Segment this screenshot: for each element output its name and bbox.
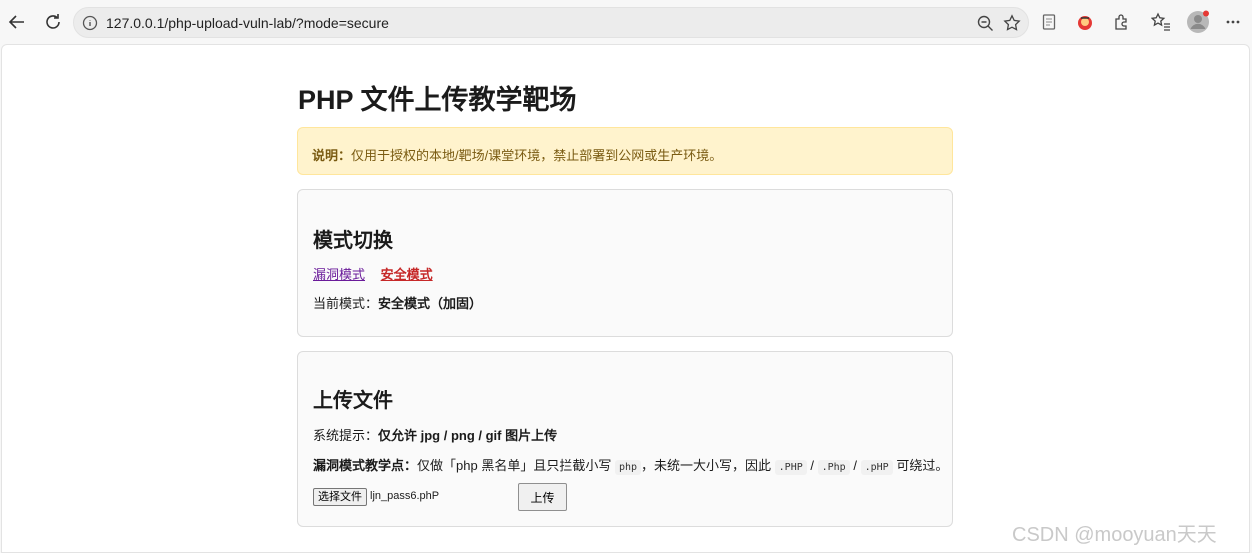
more-menu-icon[interactable]: [1221, 10, 1245, 34]
zoom-icon[interactable]: [977, 15, 994, 37]
choose-file-button[interactable]: 选择文件: [313, 488, 367, 506]
teach-text-3: 可绕过。: [896, 458, 949, 473]
upload-button[interactable]: 上传: [518, 483, 567, 511]
info-icon[interactable]: [82, 15, 98, 36]
reload-icon[interactable]: [41, 10, 65, 34]
teach-code-mixed-2: .pHP: [860, 460, 893, 475]
extension-avatar-icon[interactable]: [1073, 10, 1097, 34]
current-mode-label: 当前模式：: [313, 296, 379, 311]
vuln-mode-link[interactable]: 漏洞模式: [313, 267, 365, 282]
teach-text-2: ，未统一大小写，因此: [641, 458, 772, 473]
teaching-point: 漏洞模式教学点：仅做「php 黑名单」且只拦截小写 php ，未统一大小写，因此 …: [313, 455, 949, 475]
page-title: PHP 文件上传教学靶场: [298, 85, 577, 115]
reading-view-icon[interactable]: [1037, 10, 1061, 34]
teach-code-mixed-1: .Php: [817, 460, 850, 475]
notice-banner: 说明：仅用于授权的本地/靶场/课堂环境，禁止部署到公网或生产环境。: [297, 127, 953, 175]
teach-sep-2: /: [853, 458, 857, 473]
teach-code-upper: .PHP: [774, 460, 807, 475]
browser-toolbar: 127.0.0.1/php-upload-vuln-lab/?mode=secu…: [0, 0, 1252, 44]
notice-body: 仅用于授权的本地/靶场/课堂环境，禁止部署到公网或生产环境。: [351, 148, 723, 163]
selected-file-name: ljn_pass6.phP: [370, 490, 440, 502]
csdn-watermark: CSDN @mooyuan天天: [1012, 524, 1217, 546]
notice-text: 说明：仅用于授权的本地/靶场/课堂环境，禁止部署到公网或生产环境。: [312, 145, 722, 164]
favorites-list-icon[interactable]: [1149, 10, 1173, 34]
upload-card: 上传文件 系统提示：仅允许 jpg / png / gif 图片上传 漏洞模式教…: [297, 351, 953, 527]
current-mode: 当前模式：安全模式（加固）: [313, 293, 482, 312]
current-mode-value: 安全模式（加固）: [378, 296, 483, 311]
hint-label: 系统提示：: [313, 428, 379, 443]
notice-label: 说明：: [312, 148, 352, 163]
favorite-star-icon[interactable]: [1003, 14, 1021, 37]
mode-heading: 模式切换: [313, 230, 393, 252]
teach-label: 漏洞模式教学点：: [313, 458, 418, 473]
hint-value: 仅允许 jpg / png / gif 图片上传: [378, 428, 558, 443]
profile-avatar-icon[interactable]: [1186, 10, 1210, 34]
url-text: 127.0.0.1/php-upload-vuln-lab/?mode=secu…: [106, 15, 389, 31]
address-bar[interactable]: 127.0.0.1/php-upload-vuln-lab/?mode=secu…: [73, 7, 1029, 38]
secure-mode-link[interactable]: 安全模式: [381, 267, 433, 282]
teach-sep-1: /: [810, 458, 814, 473]
mode-card: 模式切换 漏洞模式 安全模式 当前模式：安全模式（加固）: [297, 189, 953, 337]
extensions-puzzle-icon[interactable]: [1109, 10, 1133, 34]
teach-code-php: php: [614, 460, 642, 475]
teach-text-1: 仅做「php 黑名单」且只拦截小写: [417, 458, 612, 473]
system-hint: 系统提示：仅允许 jpg / png / gif 图片上传: [313, 425, 557, 444]
mode-links: 漏洞模式 安全模式: [313, 264, 433, 283]
upload-heading: 上传文件: [313, 390, 393, 412]
back-icon[interactable]: [5, 10, 29, 34]
